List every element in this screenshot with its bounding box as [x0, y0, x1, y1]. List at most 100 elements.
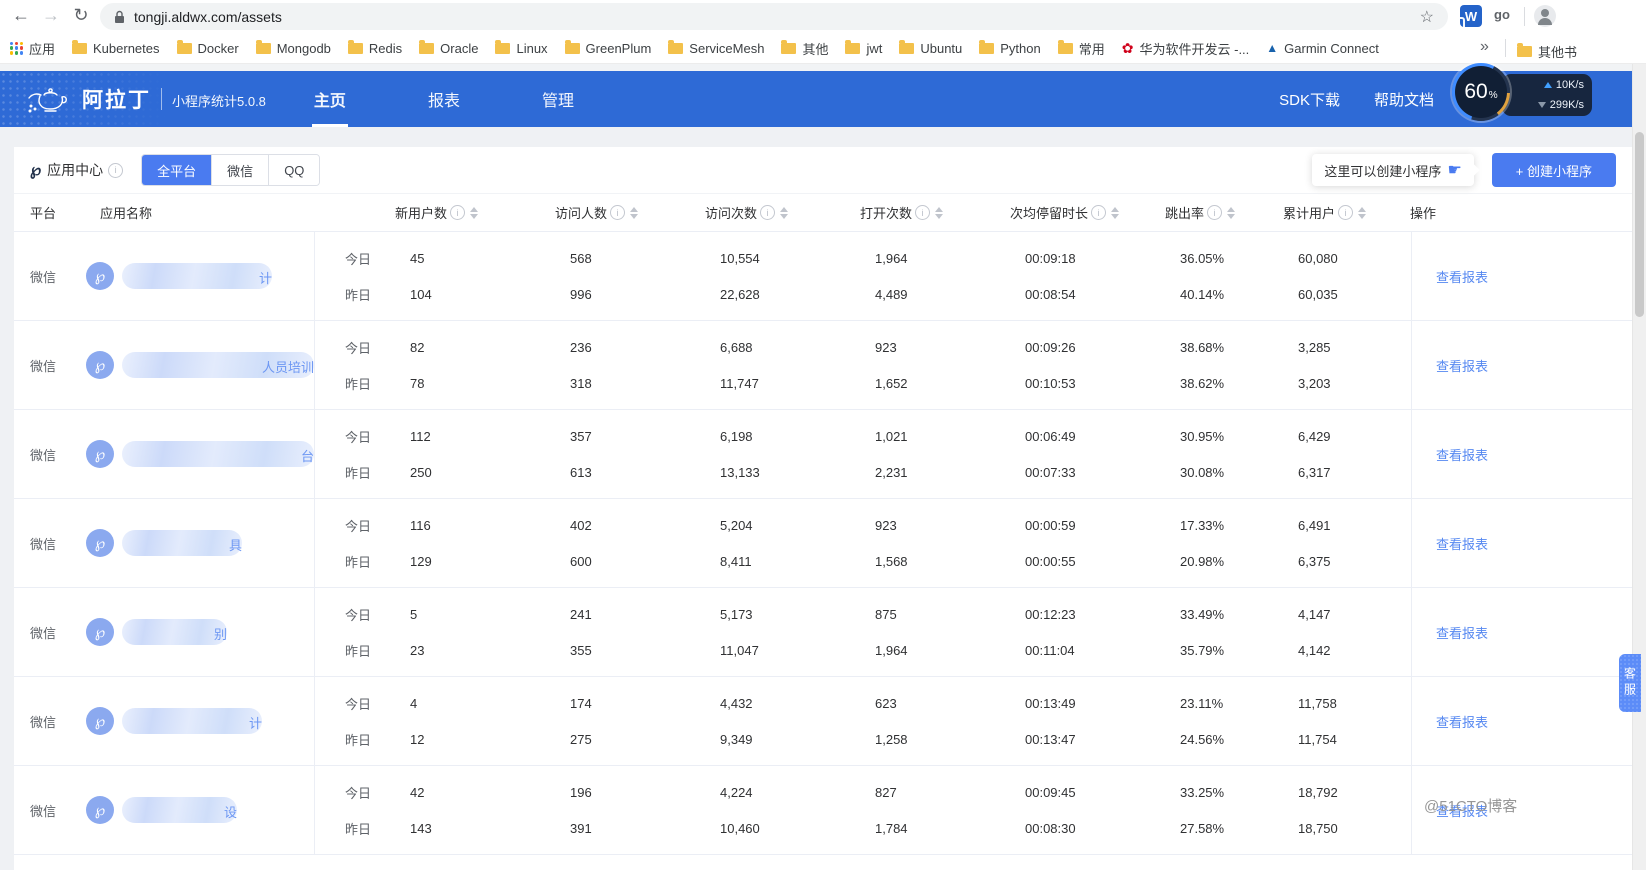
metric-value: 00:13:47 [1025, 731, 1076, 747]
info-icon[interactable]: i [760, 205, 776, 220]
metric-value: 402 [570, 517, 592, 533]
filter-qq[interactable]: QQ [268, 155, 320, 185]
scrollbar-thumb[interactable] [1635, 132, 1644, 317]
sort-asc-icon [1227, 206, 1236, 212]
app-name-link[interactable]: 别 [122, 619, 227, 645]
bookmark-item[interactable]: jwt [845, 39, 882, 56]
column-header[interactable]: 访问人数 i [555, 203, 705, 222]
info-icon[interactable]: i [1338, 205, 1354, 220]
profile-avatar-icon[interactable] [1534, 5, 1556, 27]
bookmark-item[interactable]: GreenPlum [564, 39, 651, 56]
bookmark-item[interactable]: Kubernetes [72, 39, 160, 56]
metric-value: 2,231 [875, 464, 908, 480]
forward-icon[interactable]: → [38, 2, 64, 28]
view-report-link[interactable]: 查看报表 [1436, 445, 1488, 464]
app-name-link[interactable]: 具 [122, 530, 242, 556]
tab-reports[interactable]: 报表 [428, 71, 460, 127]
speed-gauge[interactable]: 60 % [1452, 63, 1510, 121]
bookmark-item[interactable]: ▲ Garmin Connect [1266, 41, 1379, 56]
metric-value: 3,285 [1298, 339, 1331, 355]
bookmarks-divider [1505, 39, 1506, 57]
metric-value: 36.05% [1180, 250, 1225, 266]
metric-value: 11,754 [1298, 731, 1337, 747]
extension-go-icon[interactable]: go [1494, 7, 1510, 22]
bookmark-item[interactable]: 常用 [1057, 39, 1105, 58]
column-header[interactable]: 次均停留时长 i [1010, 203, 1165, 222]
column-header[interactable]: 新用户数 i [395, 203, 555, 222]
tab-manage[interactable]: 管理 [542, 71, 574, 127]
tab-home[interactable]: 主页 [314, 71, 346, 127]
apps-label: 应用 [29, 41, 56, 57]
sort-icon[interactable] [1227, 206, 1236, 219]
column-header[interactable]: 跳出率 i [1165, 203, 1283, 222]
view-report-link[interactable]: 查看报表 [1436, 623, 1488, 642]
info-icon[interactable]: i [108, 162, 124, 178]
sort-icon[interactable] [780, 206, 789, 219]
day-label: 今日 [345, 607, 372, 623]
toolbar-divider [1524, 7, 1525, 26]
sort-icon[interactable] [470, 206, 479, 219]
app-name-link[interactable]: 计 [122, 263, 272, 289]
sort-icon[interactable] [1358, 206, 1367, 219]
sort-icon[interactable] [1111, 206, 1120, 219]
bookmark-item[interactable]: Redis [347, 39, 402, 56]
column-header[interactable]: 访问次数 i [705, 203, 860, 222]
back-icon[interactable]: ← [8, 2, 34, 28]
app-avatar-icon: ℘ [86, 618, 114, 646]
column-header-label: 访问次数 [705, 206, 758, 221]
reload-icon[interactable]: ↻ [68, 2, 94, 28]
metric-value: 827 [875, 784, 897, 800]
info-icon[interactable]: i [1091, 205, 1107, 220]
metric-value: 5 [410, 606, 418, 622]
scrollbar-track[interactable] [1632, 64, 1646, 870]
metric-value: 18,792 [1298, 784, 1338, 800]
day-label: 昨日 [345, 643, 372, 659]
bookmark-item[interactable]: ✿ 华为软件开发云 -... [1122, 39, 1250, 58]
app-name-link[interactable]: 台 [122, 441, 314, 467]
app-name-link[interactable]: 人员培训 [122, 352, 314, 378]
bookmark-other[interactable]: 其他书 [1517, 42, 1577, 61]
filter-all-platforms[interactable]: 全平台 [142, 155, 212, 185]
info-icon[interactable]: i [450, 205, 466, 220]
bookmark-item[interactable]: ServiceMesh [668, 39, 764, 56]
column-header[interactable]: 累计用户 i [1283, 203, 1396, 222]
sort-icon[interactable] [935, 206, 944, 219]
bookmarks-overflow-icon[interactable]: » [1480, 38, 1489, 56]
apps-shortcut[interactable]: 应用 [10, 39, 55, 58]
column-header[interactable]: 打开次数 i [860, 203, 1010, 222]
view-report-link[interactable]: 查看报表 [1436, 267, 1488, 286]
bookmark-star-icon[interactable]: ☆ [1420, 7, 1434, 27]
sort-icon[interactable] [630, 206, 639, 219]
bookmark-item[interactable]: Ubuntu [899, 39, 962, 56]
speed-monitor-widget[interactable]: 10K/s 299K/s 60 % [1452, 63, 1646, 125]
metric-value: 1,568 [875, 553, 908, 569]
folder-icon [979, 39, 995, 54]
customer-service-tab[interactable]: 客服 [1619, 654, 1641, 712]
bookmark-item[interactable]: Mongodb [255, 39, 331, 56]
bookmark-label: 其他书 [1538, 45, 1578, 60]
bookmark-item[interactable]: Linux [495, 39, 548, 56]
view-report-link[interactable]: 查看报表 [1436, 534, 1488, 553]
filter-wechat[interactable]: 微信 [211, 155, 269, 185]
bookmark-item[interactable]: 其他 [781, 39, 828, 58]
info-icon[interactable]: i [610, 205, 626, 220]
bookmark-item[interactable]: Python [979, 39, 1041, 56]
url-text[interactable]: tongji.aldwx.com/assets [134, 9, 282, 25]
folder-icon [781, 39, 797, 54]
app-name-link[interactable]: 计 [122, 708, 262, 734]
sdk-download-link[interactable]: SDK下载 [1279, 89, 1340, 110]
address-bar[interactable]: tongji.aldwx.com/assets ☆ [100, 3, 1448, 30]
document-icon[interactable] [1448, 17, 1465, 40]
help-docs-link[interactable]: 帮助文档 [1374, 89, 1434, 110]
bookmark-item[interactable]: Docker [176, 39, 239, 56]
download-arrow-icon [1537, 102, 1546, 108]
info-icon[interactable]: i [1207, 205, 1223, 220]
bookmark-item[interactable]: Oracle [419, 39, 478, 56]
info-icon[interactable]: i [915, 205, 931, 220]
view-report-link[interactable]: 查看报表 [1436, 356, 1488, 375]
create-miniprogram-button[interactable]: + 创建小程序 [1491, 153, 1616, 187]
app-cell: 微信 ℘ 别 [14, 588, 315, 676]
app-name-link[interactable]: 设 [122, 797, 237, 823]
view-report-link[interactable]: 查看报表 [1436, 712, 1488, 731]
app-cell: 微信 ℘ 人员培训 [14, 321, 315, 409]
